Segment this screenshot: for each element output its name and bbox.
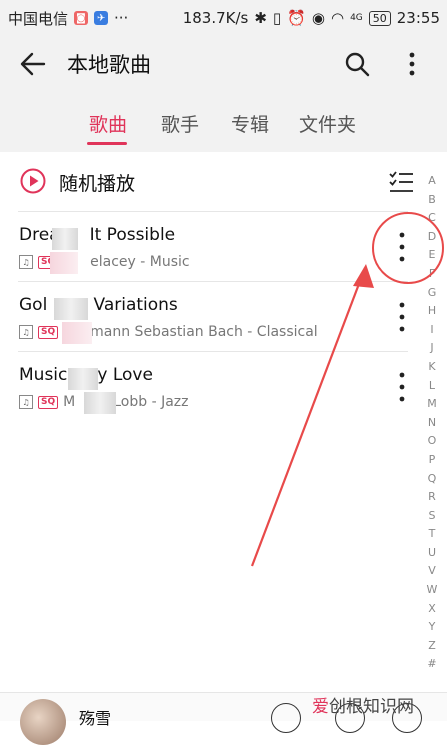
tab-albums[interactable]: 专辑 <box>231 110 269 137</box>
index-letter[interactable]: A <box>421 172 443 191</box>
song-artist-album: mann Sebastian Bach - Classical <box>90 324 318 340</box>
song-title-part: Gol <box>19 295 48 315</box>
more-vertical-icon[interactable] <box>400 50 424 78</box>
carrier-label: 中国电信 <box>8 9 69 28</box>
redaction-mosaic <box>68 368 98 390</box>
index-letter[interactable]: N <box>421 414 443 433</box>
watermark: 爱创根知识网 <box>312 692 414 717</box>
redaction-mosaic <box>52 228 78 250</box>
more-notifications-icon: ··· <box>114 9 129 27</box>
song-artist-album: Lobb - Jazz <box>113 394 189 410</box>
active-tab-indicator <box>87 142 127 145</box>
alarm-icon: ⏰ <box>287 9 306 27</box>
tab-artists[interactable]: 歌手 <box>161 110 199 137</box>
index-letter[interactable]: W <box>421 581 443 600</box>
index-letter[interactable]: S <box>421 507 443 526</box>
song-more-icon[interactable] <box>392 370 412 404</box>
tab-folders[interactable]: 文件夹 <box>299 110 356 137</box>
song-title: Gol g Variations <box>19 295 178 315</box>
redaction-mosaic <box>50 252 78 274</box>
index-letter[interactable]: T <box>421 525 443 544</box>
index-letter[interactable]: # <box>421 655 443 674</box>
song-row[interactable]: Music y Love ♫ SQ M Lobb - Jazz <box>0 352 418 422</box>
play-button[interactable] <box>271 703 301 733</box>
index-letter[interactable]: X <box>421 600 443 619</box>
song-title-part: Music <box>19 365 68 385</box>
index-letter[interactable]: J <box>421 339 443 358</box>
index-letter[interactable]: B <box>421 191 443 210</box>
tab-songs[interactable]: 歌曲 <box>89 110 127 137</box>
network-speed: 183.7K/s <box>182 9 249 27</box>
back-arrow-icon[interactable] <box>18 50 48 78</box>
index-letter[interactable]: O <box>421 432 443 451</box>
song-title-part: g Variations <box>77 295 178 315</box>
index-letter[interactable]: H <box>421 302 443 321</box>
album-art <box>20 699 66 745</box>
song-title-part: It Possible <box>89 225 176 245</box>
song-subtitle: ♫ SQ elacey - Music <box>19 254 190 270</box>
index-letter[interactable]: Y <box>421 618 443 637</box>
search-icon[interactable] <box>343 50 371 78</box>
song-more-icon[interactable] <box>392 300 412 334</box>
index-letter[interactable]: M <box>421 395 443 414</box>
index-letter[interactable]: G <box>421 284 443 303</box>
app-notification-icon: ◙ <box>74 11 89 25</box>
battery-icon: 50 <box>368 10 391 26</box>
app-notification-icon: ✈ <box>94 11 109 25</box>
index-letter[interactable]: Q <box>421 470 443 489</box>
watermark-part: 创根知识网 <box>329 697 414 717</box>
shuffle-play-label: 随机播放 <box>59 173 136 195</box>
app-bar: 本地歌曲 <box>0 36 447 92</box>
clock: 23:55 <box>396 9 440 27</box>
index-letter[interactable]: I <box>421 321 443 340</box>
index-letter[interactable]: R <box>421 488 443 507</box>
index-letter[interactable]: P <box>421 451 443 470</box>
local-file-icon: ♫ <box>19 255 33 269</box>
multi-select-icon[interactable] <box>388 170 414 194</box>
song-title-part: y Love <box>97 365 153 385</box>
play-circle-icon <box>20 168 46 194</box>
watermark-part: 爱 <box>312 697 329 717</box>
eye-icon: ◉ <box>311 9 325 27</box>
annotation-circle <box>372 212 444 284</box>
sq-badge: SQ <box>38 325 59 339</box>
vibrate-icon: ▯ <box>272 9 282 27</box>
song-title: Drea It Possible <box>19 225 175 245</box>
status-bar: 中国电信 ◙ ✈ ··· 183.7K/s ✱ ▯ ⏰ ◉ ◠ 4G 50 23… <box>0 0 447 36</box>
index-letter[interactable]: Z <box>421 637 443 656</box>
local-file-icon: ♫ <box>19 395 33 409</box>
redaction-mosaic <box>54 298 88 320</box>
index-letter[interactable]: K <box>421 358 443 377</box>
redaction-mosaic <box>84 392 116 414</box>
local-file-icon: ♫ <box>19 325 33 339</box>
bluetooth-icon: ✱ <box>254 9 267 27</box>
shuffle-play-row[interactable]: 随机播放 <box>0 152 420 212</box>
song-artist-part: M <box>63 394 76 410</box>
redaction-mosaic <box>62 322 92 344</box>
wifi-icon: ◠ <box>330 9 345 27</box>
tab-bar: 歌曲 歌手 专辑 文件夹 <box>0 92 447 152</box>
index-letter[interactable]: V <box>421 562 443 581</box>
song-artist-album: elacey - Music <box>90 254 190 270</box>
signal-icon: 4G <box>350 13 363 23</box>
now-playing-title: 殇雪 <box>79 709 112 728</box>
index-letter[interactable]: L <box>421 377 443 396</box>
sq-badge: SQ <box>38 395 59 409</box>
page-title: 本地歌曲 <box>67 53 151 77</box>
index-letter[interactable]: U <box>421 544 443 563</box>
